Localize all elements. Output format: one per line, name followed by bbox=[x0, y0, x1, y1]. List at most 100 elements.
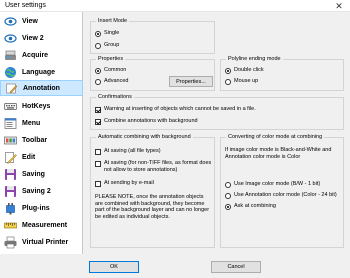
checkbox-indicator[interactable] bbox=[95, 106, 101, 113]
option-label: Warning at inserting of objects which ca… bbox=[104, 106, 256, 112]
radio-indicator[interactable] bbox=[95, 78, 101, 85]
group-legend: Properties bbox=[96, 56, 126, 62]
sidebar-item-label: Saving 2 bbox=[22, 187, 51, 195]
option-label: Double click bbox=[234, 67, 264, 73]
combining-note: PLEASE NOTE, once the annotation objects… bbox=[95, 194, 210, 220]
option-label: Common bbox=[104, 67, 127, 73]
floppy-icon bbox=[4, 168, 17, 181]
ask-at-combining-radio[interactable]: Ask at combining bbox=[225, 203, 276, 210]
checkbox-indicator[interactable] bbox=[95, 180, 101, 187]
sidebar-item-menu[interactable]: Menu bbox=[0, 115, 83, 131]
color-mode-description: If image color mode is Black-and-White a… bbox=[225, 147, 332, 160]
radio-indicator[interactable] bbox=[95, 42, 101, 49]
option-label: Use Annotation color mode (Color - 24 bi… bbox=[234, 192, 337, 198]
radio-indicator[interactable] bbox=[95, 30, 101, 37]
polyline-mouse-up-radio[interactable]: Mouse up bbox=[225, 78, 258, 85]
group-legend: Automatic combining with background bbox=[96, 134, 193, 140]
window-title: User settings bbox=[5, 2, 46, 9]
auto-combining-group: Automatic combining with background At s… bbox=[90, 134, 215, 248]
scanner-icon bbox=[4, 49, 17, 62]
sidebar-item-label: Toolbar bbox=[22, 136, 48, 144]
sidebar-item-view[interactable]: View bbox=[0, 13, 83, 29]
floppy-icon bbox=[4, 185, 17, 198]
sidebar-item-saving[interactable]: Saving bbox=[0, 166, 83, 182]
sidebar-item-label: Measurement bbox=[22, 221, 68, 229]
use-image-color-mode-radio[interactable]: Use Image color mode (B/W - 1 bit) bbox=[225, 181, 320, 188]
color-mode-group: Converting of color mode at combining If… bbox=[220, 134, 344, 248]
plugin-icon bbox=[4, 202, 17, 215]
option-label: At saving (for non-TIFF files, as format… bbox=[104, 160, 212, 173]
sidebar-item-language[interactable]: Language bbox=[0, 64, 83, 80]
option-label: Mouse up bbox=[234, 78, 259, 84]
option-label: Advanced bbox=[104, 78, 129, 84]
at-sending-email-checkbox[interactable]: At sending by e-mail bbox=[95, 180, 213, 187]
pen-icon bbox=[5, 82, 18, 95]
radio-indicator[interactable] bbox=[225, 181, 231, 188]
at-saving-all-checkbox[interactable]: At saving (all file types) bbox=[95, 148, 213, 155]
option-label: Group bbox=[104, 42, 120, 48]
sidebar-item-label: Saving bbox=[22, 170, 45, 178]
properties-group: Properties Common Advanced Properties... bbox=[90, 56, 215, 91]
sidebar-item-label: Acquire bbox=[22, 51, 49, 59]
at-saving-nontiff-checkbox[interactable]: At saving (for non-TIFF files, as format… bbox=[95, 160, 213, 173]
settings-sidebar: View View 2 Acquire Language Annotation … bbox=[0, 12, 83, 254]
option-label: At sending by e-mail bbox=[104, 180, 154, 186]
sidebar-item-label: Annotation bbox=[23, 84, 60, 92]
printer-icon bbox=[4, 236, 17, 249]
sidebar-item-label: Edit bbox=[22, 153, 36, 161]
radio-indicator[interactable] bbox=[225, 203, 231, 210]
ruler-icon bbox=[4, 219, 17, 232]
group-legend: Confirmations bbox=[96, 94, 134, 100]
eye-icon bbox=[4, 32, 17, 45]
polyline-ending-group: Polyline ending mode Double click Mouse … bbox=[220, 56, 344, 91]
properties-advanced-radio[interactable]: Advanced bbox=[95, 78, 128, 85]
sidebar-item-label: Virtual Printer bbox=[22, 238, 69, 246]
toolbar-icon bbox=[4, 134, 17, 147]
sidebar-item-toolbar[interactable]: Toolbar bbox=[0, 132, 83, 148]
group-legend: Polyline ending mode bbox=[226, 56, 283, 62]
edit-icon bbox=[4, 151, 17, 164]
sidebar-item-measurement[interactable]: Measurement bbox=[0, 217, 83, 233]
sidebar-item-view-2[interactable]: View 2 bbox=[0, 30, 83, 46]
checkbox-indicator[interactable] bbox=[95, 148, 101, 155]
sidebar-item-virtual-printer[interactable]: Virtual Printer bbox=[0, 234, 83, 250]
ok-button[interactable]: OK bbox=[89, 261, 139, 273]
sidebar-item-edit[interactable]: Edit bbox=[0, 149, 83, 165]
sidebar-item-saving-2[interactable]: Saving 2 bbox=[0, 183, 83, 199]
radio-indicator[interactable] bbox=[225, 67, 231, 74]
sidebar-item-hotkeys[interactable]: HotKeys bbox=[0, 98, 83, 114]
confirmations-group: Confirmations Warning at inserting of ob… bbox=[90, 94, 344, 130]
sidebar-item-label: View bbox=[22, 17, 38, 25]
eye-icon bbox=[4, 15, 17, 28]
combine-annotations-checkbox[interactable]: Combine annotations with background bbox=[95, 118, 198, 125]
group-legend: Converting of color mode at combining bbox=[226, 134, 325, 140]
keyboard-icon bbox=[4, 100, 17, 113]
checkbox-indicator[interactable] bbox=[95, 118, 101, 125]
sidebar-item-label: Language bbox=[22, 68, 56, 76]
insert-mode-group: Insert Mode Single Group bbox=[90, 18, 215, 54]
insert-mode-group-radio[interactable]: Group bbox=[95, 42, 119, 49]
polyline-double-click-radio[interactable]: Double click bbox=[225, 67, 264, 74]
cancel-button[interactable]: Cancel bbox=[211, 261, 261, 273]
option-label: Single bbox=[104, 30, 120, 36]
sidebar-item-label: Menu bbox=[22, 119, 41, 127]
option-label: At saving (all file types) bbox=[104, 148, 161, 154]
sidebar-item-label: Plug-ins bbox=[22, 204, 50, 212]
sidebar-item-plug-ins[interactable]: Plug-ins bbox=[0, 200, 83, 216]
radio-indicator[interactable] bbox=[225, 192, 231, 199]
properties-button[interactable]: Properties... bbox=[169, 76, 213, 87]
use-annotation-color-mode-radio[interactable]: Use Annotation color mode (Color - 24 bi… bbox=[225, 192, 337, 199]
properties-common-radio[interactable]: Common bbox=[95, 67, 126, 74]
warning-checkbox[interactable]: Warning at inserting of objects which ca… bbox=[95, 106, 256, 113]
option-label: Combine annotations with background bbox=[104, 118, 198, 124]
title-bar: User settings ✕ bbox=[0, 0, 350, 12]
insert-mode-single-radio[interactable]: Single bbox=[95, 30, 119, 37]
sidebar-item-annotation[interactable]: Annotation bbox=[0, 80, 83, 96]
radio-indicator[interactable] bbox=[95, 67, 101, 74]
radio-indicator[interactable] bbox=[225, 78, 231, 85]
menu-icon bbox=[4, 117, 17, 130]
checkbox-indicator[interactable] bbox=[95, 160, 101, 167]
sidebar-item-acquire[interactable]: Acquire bbox=[0, 47, 83, 63]
option-label: Ask at combining bbox=[234, 203, 276, 209]
close-icon[interactable]: ✕ bbox=[328, 0, 350, 12]
